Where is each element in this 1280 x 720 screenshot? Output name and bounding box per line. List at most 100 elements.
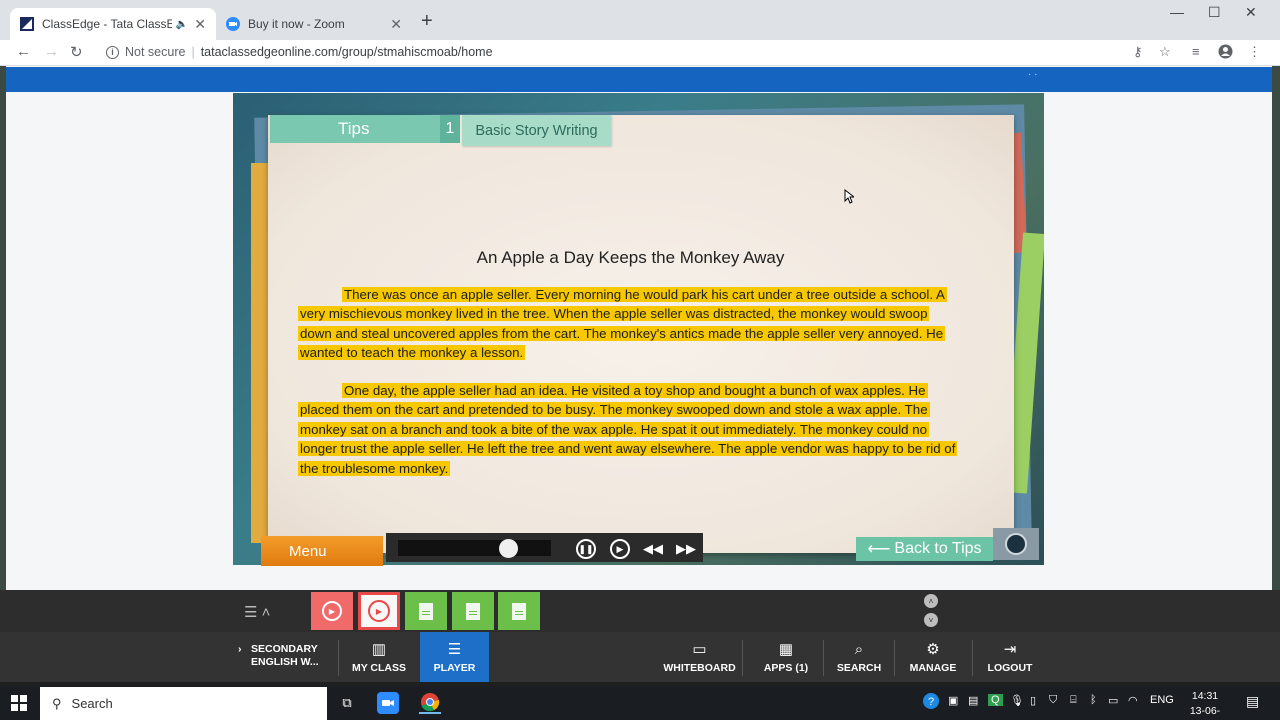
progress-track[interactable] [398, 540, 551, 556]
tips-header: Tips 1 [270, 115, 460, 143]
video-resource-button-selected[interactable]: ▶ [358, 592, 400, 630]
taskbar-clock[interactable]: 14:31 13-06-2020 [1180, 689, 1230, 720]
back-arrow-icon[interactable]: ← [16, 43, 31, 60]
scroll-up-icon[interactable]: ˄ [924, 594, 938, 608]
scroll-down-icon[interactable]: ˅ [924, 613, 938, 627]
nav-label: MANAGE [909, 662, 957, 674]
notifications-icon[interactable]: ▤ [1246, 693, 1259, 710]
meet-tray-icon[interactable]: ▤ [968, 694, 978, 707]
camera-icon[interactable] [993, 528, 1039, 560]
reload-icon[interactable]: ↻ [70, 43, 83, 61]
document-resource-button[interactable] [452, 592, 494, 630]
close-window-icon[interactable]: ✕ [1245, 4, 1257, 21]
resource-strip [0, 590, 1280, 632]
q-app-icon[interactable]: Q [988, 694, 1003, 706]
highlighted-text: There was once an apple seller. Every mo… [298, 287, 947, 361]
help-icon[interactable]: ? [922, 692, 940, 713]
play-icon: ▶ [368, 600, 390, 622]
books-icon: ▥ [371, 641, 387, 658]
header-dots: · · [1028, 69, 1038, 80]
battery-icon[interactable]: ▭ [1108, 694, 1118, 707]
nav-manage[interactable]: ⚙ MANAGE [902, 632, 964, 682]
nav-label: LOGOUT [987, 662, 1033, 674]
tab-title: ClassEdge - Tata ClassEdge [42, 17, 172, 31]
taskbar-search-box[interactable]: ⚲ Search [40, 687, 327, 720]
nav-logout[interactable]: ⇥ LOGOUT [980, 632, 1040, 682]
playlist-icon: ☰ [447, 641, 462, 658]
pause-icon[interactable]: ❚❚ [576, 539, 596, 559]
nav-label: MY CLASS [351, 662, 407, 674]
replay-icon[interactable]: ▶ [610, 539, 630, 559]
tab-zoom[interactable]: Buy it now - Zoom ✕ [216, 8, 412, 40]
media-control-icon[interactable]: ≡ [1192, 44, 1200, 59]
apps-grid-icon: ▦ [778, 641, 794, 658]
forward-arrow-icon[interactable]: → [44, 43, 59, 60]
zoom-favicon-icon [226, 17, 240, 31]
nav-whiteboard[interactable]: ▭ WHITEBOARD [662, 632, 737, 682]
zoom-tray-icon[interactable]: ▣ [948, 694, 958, 707]
divider [972, 640, 973, 676]
microphone-icon[interactable]: 🎙 [1010, 694, 1024, 707]
site-header-bar: · · [6, 67, 1272, 92]
topic-tab: Basic Story Writing [462, 115, 611, 146]
document-resource-button[interactable] [405, 592, 447, 630]
app-nav-bar [0, 632, 1280, 682]
close-tab-icon[interactable]: ✕ [194, 16, 206, 33]
back-arrow-icon: ⟵ [867, 541, 891, 558]
browser-menu-icon[interactable]: ⋮ [1248, 44, 1261, 60]
tips-number: 1 [440, 115, 460, 143]
nav-search[interactable]: ⌕ SEARCH [830, 632, 888, 682]
nav-my-class[interactable]: ▥ MY CLASS [346, 632, 412, 682]
tab-classedge[interactable]: ClassEdge - Tata ClassEdge 🔈 ✕ [10, 8, 216, 40]
bookmark-star-icon[interactable]: ☆ [1159, 44, 1171, 60]
highlighted-text: One day, the apple seller had an idea. H… [298, 383, 958, 476]
chrome-app-icon[interactable] [419, 692, 441, 714]
omnibox[interactable]: i Not secure | tataclassedgeonline.com/g… [98, 41, 1183, 63]
language-indicator[interactable]: ENG [1150, 694, 1174, 706]
nav-label: APPS (1) [763, 662, 809, 674]
story-paragraph: There was once an apple seller. Every mo… [298, 285, 962, 363]
task-view-icon[interactable]: ⧉ [336, 692, 358, 714]
classedge-favicon-icon [20, 17, 34, 31]
video-resource-button[interactable]: ▶ [311, 592, 353, 630]
svg-text:?: ? [928, 696, 934, 708]
course-selector[interactable]: › SECONDARY ENGLISH W... [238, 643, 328, 669]
fast-forward-icon[interactable]: ▶▶ [676, 539, 696, 559]
bluetooth-icon[interactable]: ᛒ [1090, 694, 1097, 706]
collapse-list-icon[interactable]: ☰ ˄ [244, 603, 270, 621]
info-icon[interactable]: i [106, 45, 119, 59]
minimize-icon[interactable]: — [1170, 4, 1184, 20]
profile-icon[interactable] [1218, 44, 1233, 62]
network-icon[interactable]: ⌸ [1070, 694, 1077, 707]
wifi-icon[interactable]: ◠ [1128, 694, 1138, 707]
back-to-tips-button[interactable]: ⟵ Back to Tips [856, 537, 993, 561]
tab-title: Buy it now - Zoom [248, 17, 345, 31]
speaker-icon[interactable]: 🔈 [176, 19, 188, 30]
close-tab-icon[interactable]: ✕ [390, 16, 402, 33]
story-paragraph: One day, the apple seller had an idea. H… [298, 381, 962, 478]
story-title: An Apple a Day Keeps the Monkey Away [476, 248, 785, 267]
security-label: Not secure [125, 45, 186, 59]
nav-player[interactable]: ☰ PLAYER [420, 632, 489, 682]
rewind-icon[interactable]: ◀◀ [643, 539, 663, 559]
zoom-app-icon[interactable] [377, 692, 399, 714]
maximize-icon[interactable]: ☐ [1208, 4, 1221, 21]
divider [894, 640, 895, 676]
menu-button[interactable]: Menu [261, 536, 383, 566]
document-icon [419, 602, 433, 620]
windows-start-icon[interactable] [11, 695, 27, 711]
divider [823, 640, 824, 676]
url-text[interactable]: tataclassedgeonline.com/group/stmahiscmo… [201, 45, 493, 59]
key-icon[interactable]: ⚷ [1133, 44, 1143, 60]
clock-date: 13-06-2020 [1189, 705, 1221, 717]
nav-apps[interactable]: ▦ APPS (1) [752, 632, 820, 682]
new-tab-icon[interactable]: + [421, 10, 433, 33]
separator: | [191, 45, 195, 59]
manage-icon: ⚙ [926, 641, 940, 658]
device-icon[interactable]: ▯ [1030, 694, 1036, 707]
tips-label: Tips [338, 119, 370, 138]
security-shield-icon[interactable]: ⛉ [1049, 694, 1057, 707]
divider [742, 640, 743, 676]
document-resource-button[interactable] [498, 592, 540, 630]
nav-label: SEARCH [836, 661, 882, 674]
